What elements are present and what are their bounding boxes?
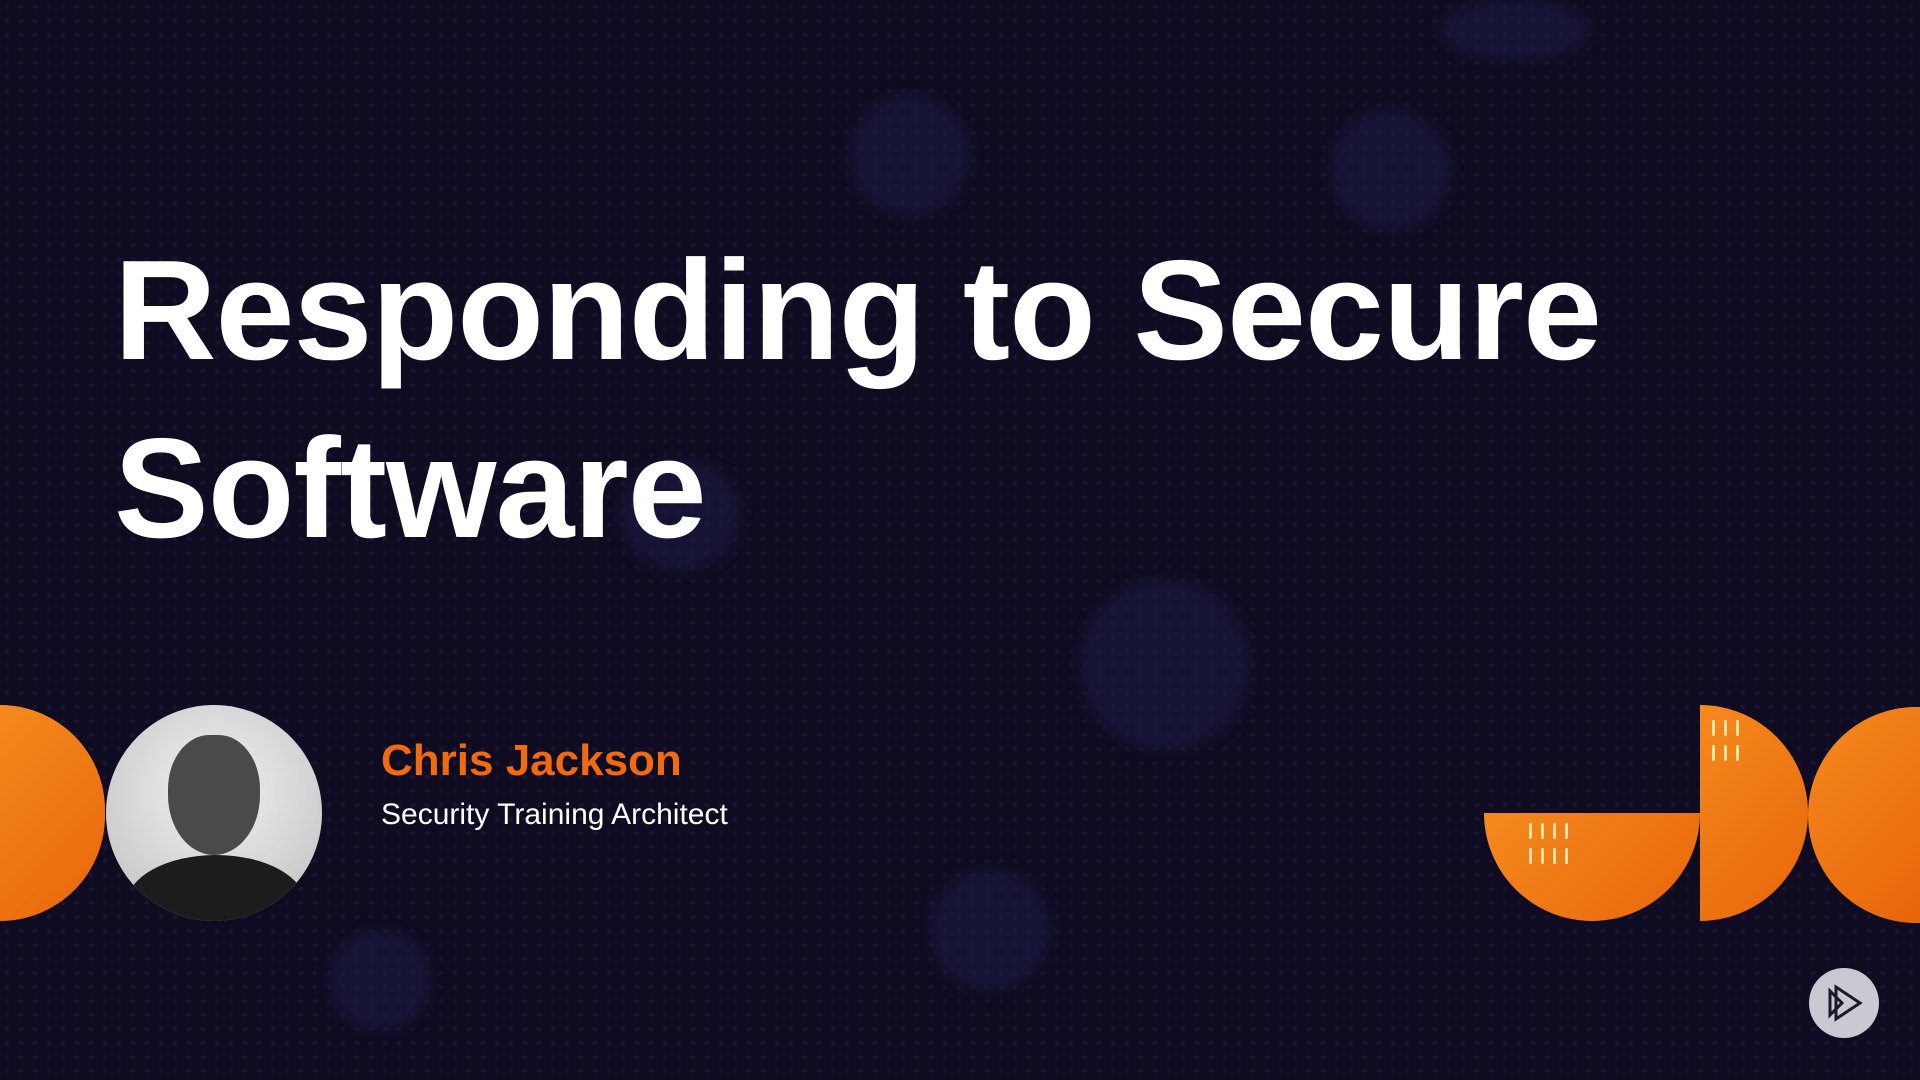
decor-dash (1529, 848, 1532, 864)
decor-dash (1565, 823, 1568, 839)
decor-blob (1440, 0, 1590, 60)
decor-dash (1553, 848, 1556, 864)
decor-dash (1712, 745, 1715, 761)
title-line-1: Responding to Secure (114, 231, 1602, 390)
decor-dash (1736, 745, 1739, 761)
avatar-shirt (126, 855, 306, 921)
slide-title: Responding to Secure Software (114, 222, 1814, 578)
decor-dash (1529, 823, 1532, 839)
decor-dash (1565, 848, 1568, 864)
title-line-2: Software (114, 409, 707, 568)
decor-dash (1553, 823, 1556, 839)
decor-dash (1724, 720, 1727, 736)
play-logo-button[interactable] (1809, 968, 1879, 1038)
presenter-role: Security Training Architect (381, 798, 728, 831)
decor-blob (930, 870, 1050, 990)
decor-blob (1080, 580, 1250, 750)
decor-blob (850, 95, 970, 215)
avatar-face (168, 735, 260, 855)
decor-dash (1736, 720, 1739, 736)
decor-dash (1712, 720, 1715, 736)
presenter-name: Chris Jackson (381, 736, 682, 785)
decor-dash (1724, 745, 1727, 761)
decor-dash (1541, 823, 1544, 839)
decor-blob (1330, 110, 1450, 230)
presenter-avatar (106, 705, 322, 921)
decor-blob (330, 930, 430, 1030)
play-logo-icon (1828, 984, 1863, 1022)
decor-dash (1541, 848, 1544, 864)
